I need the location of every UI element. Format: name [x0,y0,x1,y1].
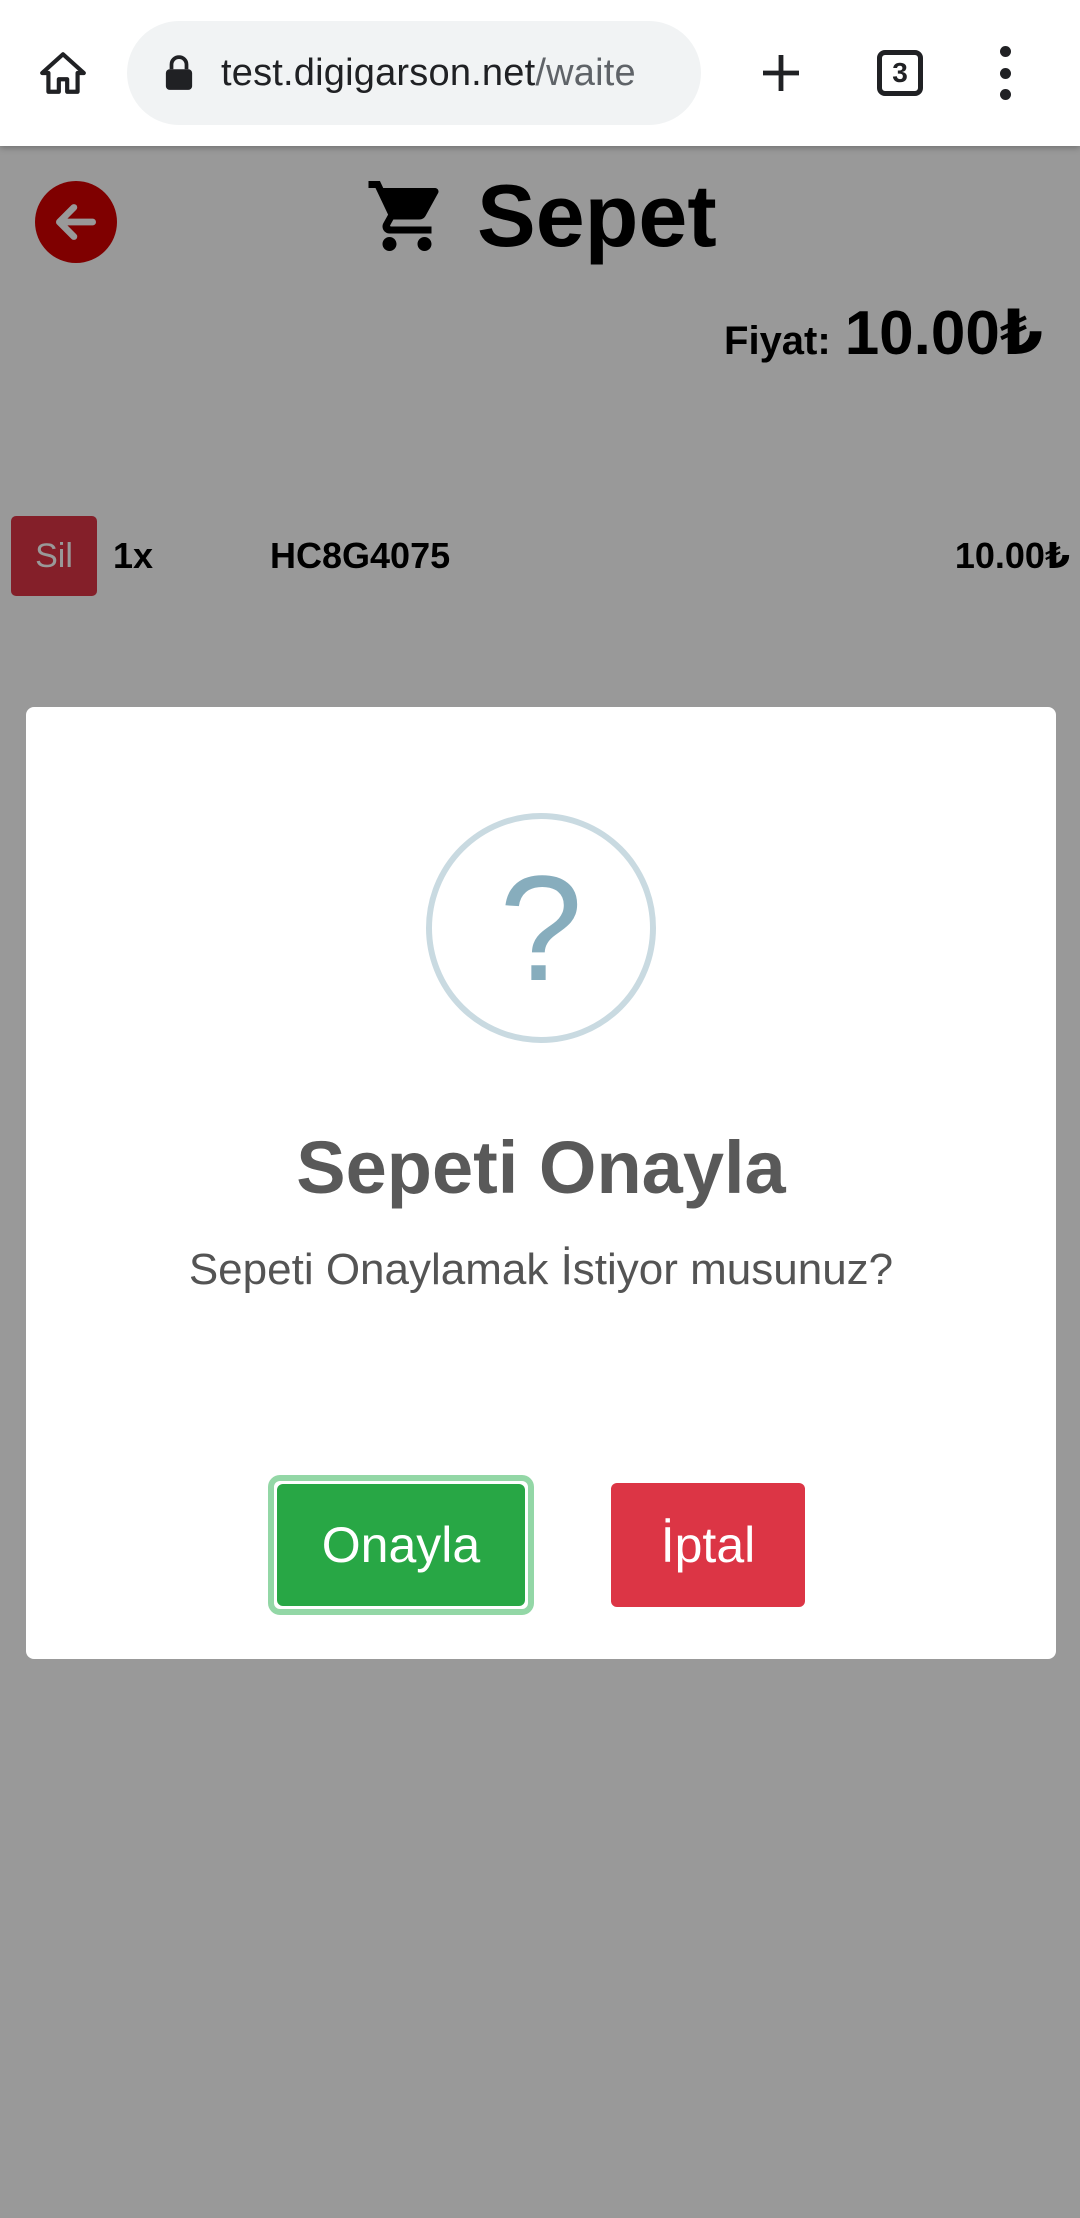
plus-icon [763,55,799,91]
url-host: test.digigarson.net [221,51,536,94]
confirm-dialog: ? Sepeti Onayla Sepeti Onaylamak İstiyor… [26,707,1056,1659]
question-icon: ? [426,813,656,1043]
tab-switcher-button[interactable]: 3 [877,50,923,96]
confirm-button-focus-ring: Onayla [268,1475,534,1615]
dialog-title: Sepeti Onayla [296,1126,786,1209]
home-button[interactable] [30,43,96,103]
more-vert-icon[interactable] [990,46,1020,100]
address-bar[interactable]: test.digigarson.net/waite [127,21,701,125]
confirm-button[interactable]: Onayla [277,1484,525,1606]
new-tab-button[interactable] [752,44,810,102]
url-text: test.digigarson.net/waite [221,52,636,95]
url-path: /waite [535,51,636,94]
lock-icon [163,53,195,93]
dialog-message: Sepeti Onaylamak İstiyor musunuz? [188,1245,894,1294]
cancel-button[interactable]: İptal [611,1483,805,1607]
home-icon [40,52,86,94]
browser-toolbar: test.digigarson.net/waite 3 [0,0,1080,146]
